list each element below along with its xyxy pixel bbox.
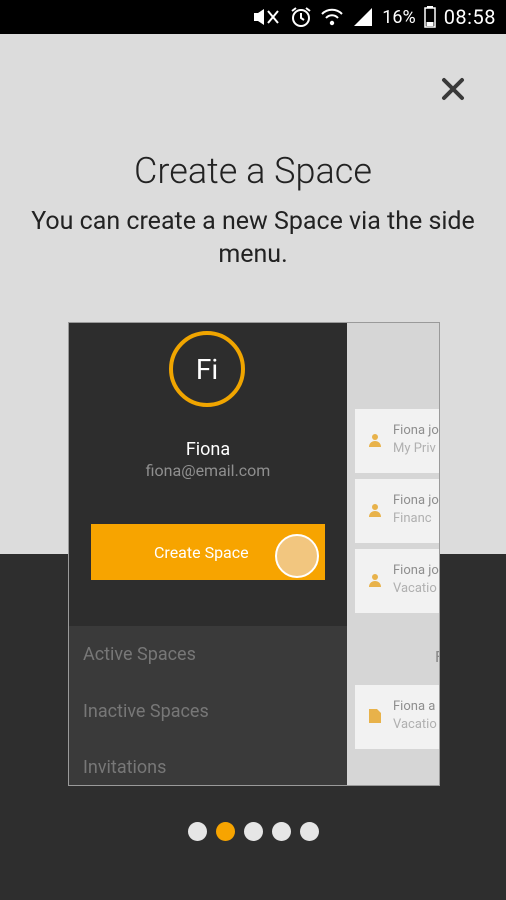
close-icon [442, 78, 464, 100]
page-dot[interactable] [299, 822, 319, 841]
avatar: Fi [169, 331, 245, 407]
page-title: Create a Space [134, 150, 372, 192]
clock: 08:58 [443, 5, 496, 29]
document-icon [369, 709, 381, 723]
card-title: Fiona jo [393, 493, 439, 508]
list-item: Fiona jo My Priv [355, 409, 439, 473]
menu-item-invitations[interactable]: Invitations [83, 757, 166, 778]
list-item: Fiona a Vacatio [355, 685, 439, 749]
mute-icon [254, 9, 280, 25]
page-dot[interactable] [243, 822, 263, 841]
content-pane: Fiona jo My Priv Fiona jo Financ Fiona j… [347, 323, 439, 785]
drawer-menu-list: Active Spaces Inactive Spaces Invitation… [69, 626, 347, 785]
user-name: Fiona [185, 439, 231, 460]
person-icon [369, 434, 381, 447]
card-title: Fiona a [393, 699, 436, 714]
page-dot-active[interactable] [215, 822, 235, 841]
person-icon [369, 574, 381, 587]
touch-indicator [275, 534, 319, 578]
avatar-initials: Fi [195, 352, 219, 386]
card-subtitle: My Priv [393, 441, 436, 456]
status-bar: 16% 08:58 [0, 0, 506, 34]
person-icon [369, 504, 381, 517]
card-title: Fiona jo [393, 423, 439, 438]
card-title: Fiona jo [393, 563, 439, 578]
status-icons: 16% 08:58 [252, 0, 496, 34]
create-space-label: Create Space [154, 542, 249, 562]
page-dot[interactable] [271, 822, 291, 841]
drawer-header: Fi Fiona fiona@email.com Create Space [69, 323, 347, 626]
side-menu-preview: Fi Fiona fiona@email.com Create Space Ac… [68, 322, 440, 786]
page-indicator [0, 822, 506, 844]
signal-icon [354, 8, 373, 26]
battery-icon [423, 6, 436, 28]
side-menu-drawer: Fi Fiona fiona@email.com Create Space Ac… [69, 323, 347, 785]
list-item: Fiona jo Financ [355, 479, 439, 543]
menu-item-inactive-spaces[interactable]: Inactive Spaces [83, 701, 209, 722]
card-subtitle: Vacatio [393, 717, 437, 732]
section-letter: F [435, 647, 439, 666]
card-subtitle: Financ [393, 511, 432, 526]
user-email: fiona@email.com [145, 461, 271, 480]
page-subtitle: You can create a new Space via the side … [31, 207, 475, 269]
battery-percent: 16% [382, 6, 416, 28]
card-subtitle: Vacatio [393, 581, 437, 596]
menu-item-active-spaces[interactable]: Active Spaces [83, 644, 196, 665]
page-dot[interactable] [187, 822, 207, 841]
close-button[interactable] [436, 72, 470, 106]
list-item: Fiona jo Vacatio [355, 549, 439, 613]
wifi-icon [321, 8, 343, 26]
alarm-icon [291, 7, 311, 27]
